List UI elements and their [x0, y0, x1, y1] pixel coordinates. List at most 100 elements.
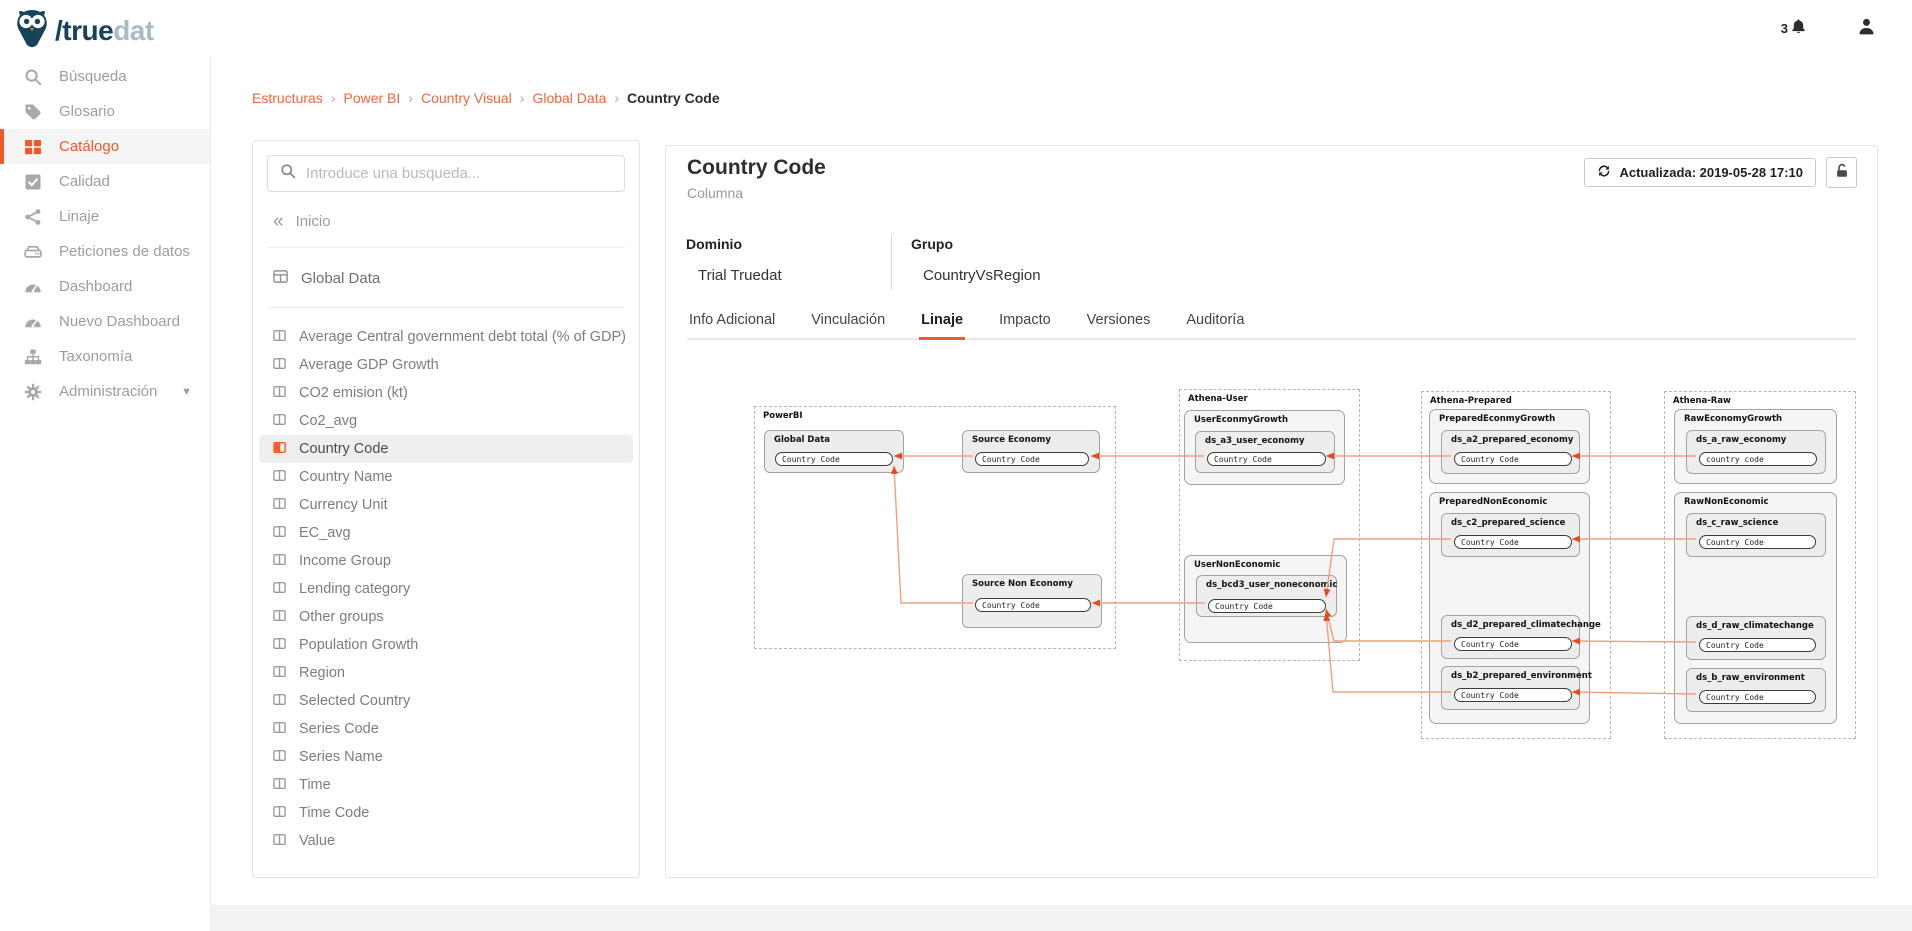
- refresh-icon: [1597, 164, 1611, 181]
- tab-linaje[interactable]: Linaje: [919, 306, 965, 340]
- column-icon: [273, 721, 286, 738]
- structure-field-item[interactable]: Income Group: [259, 547, 633, 575]
- owl-logo-icon: [14, 8, 50, 53]
- tab-auditoria[interactable]: Auditoría: [1184, 306, 1246, 338]
- breadcrumb-separator: ›: [331, 90, 336, 106]
- unlock-icon: [1834, 163, 1850, 182]
- lineage-diagram: PowerBI Global Data Country Code Source …: [751, 386, 1866, 751]
- refresh-updated-button[interactable]: Actualizada: 2019-05-28 17:10: [1584, 158, 1816, 187]
- truedat-logo[interactable]: /truedat: [14, 8, 154, 53]
- tab-impacto[interactable]: Impacto: [997, 306, 1053, 338]
- structure-field-item[interactable]: Population Growth: [259, 631, 633, 659]
- sidebar-item-label: Taxonomía: [59, 348, 132, 365]
- back-to-inicio[interactable]: « Inicio: [273, 213, 331, 230]
- lineage-node[interactable]: Country Code: [1699, 690, 1816, 704]
- breadcrumb-current: Country Code: [627, 90, 720, 106]
- lineage-table-global-data: Global Data Country Code: [764, 430, 904, 473]
- column-icon: [273, 749, 286, 766]
- breadcrumb-link[interactable]: Power BI: [343, 90, 400, 106]
- breadcrumb-link[interactable]: Country Visual: [421, 90, 512, 106]
- structure-nav-panel: « Inicio Global Data Average Central gov…: [252, 140, 640, 878]
- lineage-node[interactable]: Country Code: [1454, 452, 1572, 466]
- column-icon: [273, 553, 286, 570]
- page-title: Country Code: [687, 156, 826, 180]
- structure-field-item[interactable]: Other groups: [259, 603, 633, 631]
- structure-field-item[interactable]: Selected Country: [259, 687, 633, 715]
- structure-field-item[interactable]: Average GDP Growth: [259, 351, 633, 379]
- sidebar-item-taxonomia[interactable]: Taxonomía: [0, 339, 210, 374]
- lineage-node[interactable]: Country Code: [975, 452, 1089, 466]
- column-icon: [273, 805, 286, 822]
- lineage-node[interactable]: Country Code: [1454, 637, 1572, 651]
- lineage-schema-preparednoneconomic: PreparedNonEconomic ds_c2_prepared_scien…: [1429, 492, 1590, 724]
- lineage-table-ds-bcd3-user-noneconomic: ds_bcd3_user_noneconomic Country Code: [1196, 575, 1337, 617]
- column-icon: [273, 357, 286, 374]
- structure-field-item[interactable]: EC_avg: [259, 519, 633, 547]
- tab-vinculacion[interactable]: Vinculación: [809, 306, 887, 338]
- check-square-icon: [24, 173, 42, 191]
- structure-root-item[interactable]: Global Data: [273, 269, 380, 288]
- lineage-group-athena-raw: Athena-Raw RawEconomyGrowth ds_a_raw_eco…: [1664, 391, 1856, 739]
- structure-field-item[interactable]: Value: [259, 827, 633, 855]
- divider: [891, 234, 892, 290]
- tab-info-adicional[interactable]: Info Adicional: [687, 306, 777, 338]
- sidebar-item-glosario[interactable]: Glosario: [0, 94, 210, 129]
- domain-value: Trial Truedat: [698, 267, 782, 284]
- table-icon: [273, 269, 288, 288]
- column-icon: [273, 413, 286, 430]
- structure-field-item[interactable]: Currency Unit: [259, 491, 633, 519]
- notifications-button[interactable]: 3: [1781, 18, 1807, 40]
- structure-field-item[interactable]: Series Name: [259, 743, 633, 771]
- lock-button[interactable]: [1826, 157, 1857, 188]
- structure-field-item[interactable]: Co2_avg: [259, 407, 633, 435]
- search-input[interactable]: [306, 165, 612, 182]
- lineage-node[interactable]: Country Code: [1207, 452, 1326, 466]
- structure-field-item[interactable]: Series Code: [259, 715, 633, 743]
- lineage-node[interactable]: Country Code: [975, 598, 1091, 612]
- sidebar-item-dashboard[interactable]: Dashboard: [0, 269, 210, 304]
- sidebar-item-catalogo[interactable]: Catálogo: [0, 129, 210, 164]
- lineage-node[interactable]: Country Code: [1454, 535, 1572, 549]
- sidebar-item-linaje[interactable]: Linaje: [0, 199, 210, 234]
- sidebar-item-nuevo-dashboard[interactable]: Nuevo Dashboard: [0, 304, 210, 339]
- column-icon: [273, 441, 286, 458]
- sidebar-item-busqueda[interactable]: Búsqueda: [0, 59, 210, 94]
- lineage-schema-usernoneconomic: UserNonEconomic ds_bcd3_user_noneconomic…: [1184, 555, 1347, 643]
- structure-field-item[interactable]: Time: [259, 771, 633, 799]
- column-icon: [273, 833, 286, 850]
- lineage-node[interactable]: Country Code: [1699, 638, 1816, 652]
- column-icon: [273, 637, 286, 654]
- structure-field-item-selected[interactable]: Country Code: [259, 435, 633, 463]
- structure-field-item[interactable]: CO2 emision (kt): [259, 379, 633, 407]
- gauge-icon: [24, 278, 42, 296]
- top-header: /truedat 3: [0, 0, 1912, 57]
- breadcrumb-separator: ›: [614, 90, 619, 106]
- breadcrumb-link[interactable]: Estructuras: [252, 90, 323, 106]
- tags-icon: [24, 103, 42, 121]
- sidebar-item-administracion[interactable]: Administración ▼: [0, 374, 210, 409]
- lineage-table-source-economy: Source Economy Country Code: [962, 430, 1100, 473]
- lineage-schema-raweconomygrowth: RawEconomyGrowth ds_a_raw_economy countr…: [1674, 409, 1837, 484]
- lineage-node[interactable]: country code: [1699, 452, 1817, 466]
- sidebar-item-peticiones[interactable]: Peticiones de datos: [0, 234, 210, 269]
- lineage-node[interactable]: Country Code: [1699, 535, 1816, 549]
- structure-field-item[interactable]: Average Central government debt total (%…: [259, 323, 633, 351]
- structure-field-item[interactable]: Country Name: [259, 463, 633, 491]
- lineage-node[interactable]: Country Code: [775, 452, 893, 466]
- divider: [267, 307, 625, 308]
- structure-field-item[interactable]: Lending category: [259, 575, 633, 603]
- sidebar-item-calidad[interactable]: Calidad: [0, 164, 210, 199]
- lineage-node[interactable]: Country Code: [1454, 688, 1572, 702]
- structure-field-item[interactable]: Region: [259, 659, 633, 687]
- lineage-group-powerbi: PowerBI Global Data Country Code Source …: [754, 406, 1116, 649]
- gauge-icon: [24, 313, 42, 331]
- user-avatar-button[interactable]: [1857, 17, 1876, 40]
- column-icon: [273, 581, 286, 598]
- breadcrumb-link[interactable]: Global Data: [532, 90, 606, 106]
- lineage-node[interactable]: Country Code: [1208, 599, 1326, 613]
- detail-panel: Country Code Columna Actualizada: 2019-0…: [665, 145, 1878, 878]
- lineage-table-ds-a2-prepared-economy: ds_a2_prepared_economy Country Code: [1441, 430, 1580, 474]
- bell-icon: [1790, 18, 1807, 40]
- structure-field-item[interactable]: Time Code: [259, 799, 633, 827]
- tab-versiones[interactable]: Versiones: [1085, 306, 1153, 338]
